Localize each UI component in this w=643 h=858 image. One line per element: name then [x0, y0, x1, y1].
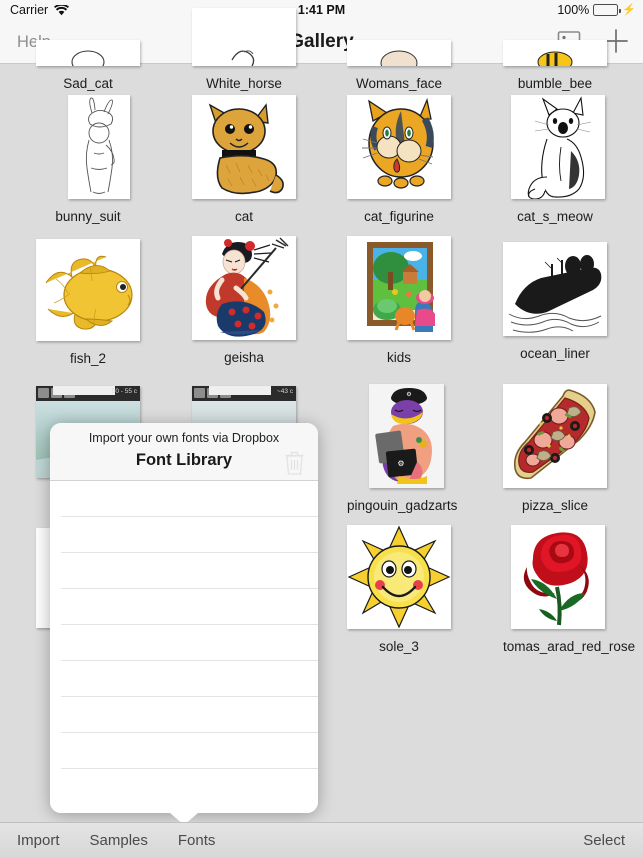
svg-text:⚙: ⚙: [397, 459, 404, 468]
geisha-thumbnail[interactable]: [192, 236, 296, 340]
bunny-suit-thumbnail[interactable]: [67, 95, 130, 199]
photo-overlay-toolbar: ~43 c: [192, 386, 296, 401]
cat-s-meow-thumbnail[interactable]: [510, 95, 605, 199]
battery-percent-label: 100%: [557, 3, 590, 17]
gallery-item-label: pingouin_gadzarts: [347, 498, 458, 513]
gallery-item[interactable]: cat_s_meow: [503, 95, 607, 224]
trash-icon[interactable]: [285, 451, 304, 475]
toolbar-item-samples[interactable]: Samples: [90, 832, 148, 849]
gallery-item-label: pizza_slice: [521, 498, 589, 513]
gallery-item-label: geisha: [224, 350, 264, 365]
kids-thumbnail[interactable]: [347, 236, 451, 340]
battery-icon: [593, 4, 621, 16]
gallery-item-label: Sad_cat: [63, 76, 113, 91]
list-separator: [61, 660, 318, 661]
white-horse-thumbnail[interactable]: [192, 8, 296, 66]
pizza-thumbnail[interactable]: [503, 384, 607, 488]
gallery-item-label: Womans_face: [355, 76, 443, 91]
gallery-item-label: kids: [386, 350, 411, 365]
photo-overlay-text: 50 - 55 c: [111, 388, 137, 395]
svg-text:⚙: ⚙: [406, 391, 411, 398]
status-bar-right: 100% ⚡: [557, 3, 636, 17]
photo-overlay-toolbar: 50 - 55 c: [36, 386, 140, 401]
cat-thumbnail[interactable]: [192, 95, 296, 199]
font-list[interactable]: [50, 481, 318, 813]
status-bar: Carrier 1:41 PM 100% ⚡: [0, 0, 643, 20]
womans-face-thumbnail[interactable]: [347, 40, 451, 66]
gallery-item[interactable]: White_horse: [192, 8, 296, 91]
gallery-item[interactable]: Womans_face: [347, 40, 451, 91]
list-separator: [61, 516, 318, 517]
gallery-item-label: tomas_arad_red_rose: [503, 639, 636, 654]
cat-figurine-thumbnail[interactable]: [347, 95, 451, 199]
popover-header: Import your own fonts via Dropbox Font L…: [50, 423, 318, 481]
gallery-item[interactable]: Sad_cat: [36, 40, 140, 91]
gallery-item-label: ocean_liner: [520, 346, 590, 361]
fish-thumbnail[interactable]: [36, 239, 140, 341]
select-button[interactable]: Select: [583, 832, 625, 849]
list-separator: [61, 696, 318, 697]
font-library-popover[interactable]: Import your own fonts via Dropbox Font L…: [50, 423, 318, 813]
gallery-item[interactable]: ocean_liner: [503, 242, 607, 361]
rose-thumbnail[interactable]: [510, 525, 605, 629]
gallery-item[interactable]: sole_3: [347, 525, 451, 654]
gallery-item[interactable]: kids: [347, 236, 451, 365]
list-separator: [61, 588, 318, 589]
clock: 1:41 PM: [297, 3, 346, 17]
toolbar-item-fonts[interactable]: Fonts: [178, 832, 216, 849]
popover-subtitle: Import your own fonts via Dropbox: [88, 431, 280, 445]
sun-thumbnail[interactable]: [347, 525, 451, 629]
gallery-item[interactable]: cat_figurine: [347, 95, 451, 224]
list-separator: [61, 624, 318, 625]
gallery-item-label: bunny_suit: [55, 209, 121, 224]
gallery-item-label: bumble_bee: [517, 76, 593, 91]
gallery-item[interactable]: geisha: [192, 236, 296, 365]
penguin-thumbnail[interactable]: ⚙ ⚙: [368, 384, 444, 488]
gallery-item-label: fish_2: [69, 351, 107, 366]
sad-cat-thumbnail[interactable]: [36, 40, 140, 66]
gallery-item[interactable]: pizza_slice: [503, 384, 607, 513]
app-root: Carrier 1:41 PM 100% ⚡ Help Gallery Sad_…: [0, 0, 643, 858]
bumble-bee-thumbnail[interactable]: [503, 40, 607, 66]
gallery-item[interactable]: tomas_arad_red_rose: [503, 525, 636, 654]
popover-title: Font Library: [135, 451, 233, 469]
gallery-item-label: cat_figurine: [364, 209, 434, 224]
ocean-liner-thumbnail[interactable]: [503, 242, 607, 336]
list-separator: [61, 552, 318, 553]
gallery-item[interactable]: cat: [192, 95, 296, 224]
gallery-item-label: cat: [234, 209, 253, 224]
gallery-item-label: sole_3: [379, 639, 419, 654]
list-separator: [61, 768, 318, 769]
toolbar-left-group: Import Samples Fonts: [17, 832, 215, 849]
gallery-item-label: cat_s_meow: [517, 209, 593, 224]
gallery-item[interactable]: bumble_bee: [503, 40, 607, 91]
bottom-toolbar: Import Samples Fonts Select: [0, 822, 643, 858]
gallery-item-label: White_horse: [206, 76, 282, 91]
photo-overlay-text: ~43 c: [276, 388, 293, 395]
gallery-item[interactable]: bunny_suit: [36, 95, 140, 224]
gallery-item[interactable]: ⚙ ⚙ pingouin_gadzarts: [347, 384, 458, 513]
gallery-item[interactable]: fish_2: [36, 239, 140, 366]
lightning-bolt-icon: ⚡: [622, 3, 636, 16]
toolbar-item-import[interactable]: Import: [17, 832, 60, 849]
list-separator: [61, 732, 318, 733]
